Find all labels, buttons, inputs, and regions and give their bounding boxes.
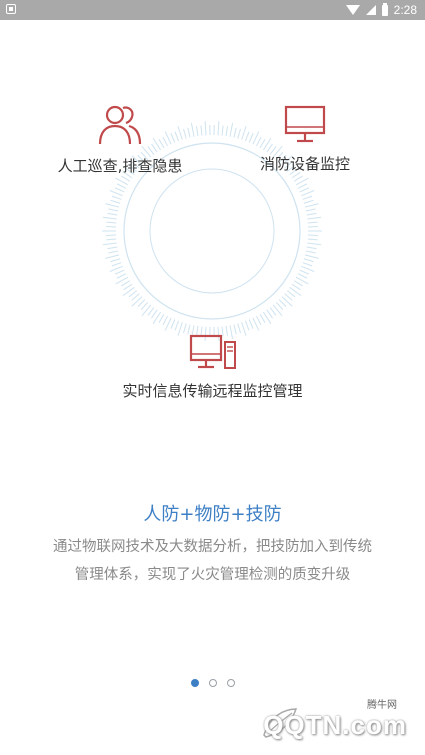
ring-tick: [256, 315, 262, 326]
ring-tick: [204, 121, 207, 136]
ring-tick: [301, 265, 315, 272]
ring-tick: [248, 319, 254, 329]
monitor-icon: [284, 105, 326, 143]
ring-tick: [293, 280, 303, 287]
ring-tick: [269, 307, 277, 316]
ring-tick: [297, 273, 308, 279]
ring-tick: [259, 313, 266, 324]
ring-tick: [114, 187, 125, 193]
ring-tick: [217, 121, 220, 136]
ring-tick: [110, 199, 121, 204]
feature-equipment-label: 消防设备监控: [259, 155, 350, 173]
ring-tick: [305, 208, 316, 212]
feature-remote: 实时信息传输远程监控管理: [90, 332, 335, 401]
watermark: 腾牛网 QQTN.com: [255, 699, 415, 747]
ring-tick: [151, 309, 158, 319]
ring-tick: [281, 296, 293, 307]
ring-tick: [291, 283, 301, 291]
ring-tick: [140, 302, 149, 311]
ring-tick: [121, 175, 131, 182]
ring-tick: [286, 290, 296, 298]
ring-tick: [107, 246, 118, 250]
ring-tick: [108, 208, 119, 212]
feature-remote-label: 实时信息传输远程监控管理: [122, 382, 303, 400]
ring-tick: [114, 269, 125, 275]
ring-tick: [106, 238, 117, 241]
page-indicator: [0, 679, 425, 687]
ring-tick: [105, 254, 120, 259]
page-dot-2[interactable]: [208, 679, 217, 687]
ring-tick: [307, 238, 318, 241]
ring-tick: [200, 125, 203, 136]
ring-tick: [244, 320, 250, 331]
feature-patrol-label: 人工巡查,排查隐患: [57, 157, 183, 175]
description-line-2: 管理体系，实现了火灾管理检测的质变升级: [74, 567, 351, 583]
ring-tick: [306, 246, 317, 250]
ring-tick: [110, 258, 121, 263]
ring-tick: [108, 250, 119, 254]
people-icon: [98, 105, 142, 145]
desktop-computer-icon: [189, 334, 236, 369]
ring-tick: [105, 203, 120, 208]
ring-tick: [301, 190, 315, 197]
description: 通过物联网技术及大数据分析，把技防加入到传统 管理体系，实现了火灾管理检测的质变…: [30, 533, 395, 589]
ring-tick: [284, 293, 293, 301]
ring-tick: [303, 199, 314, 204]
ring-tick: [109, 265, 123, 272]
ring-tick: [302, 195, 313, 200]
ring-tick: [221, 125, 224, 136]
ring-tick: [111, 195, 122, 200]
ring-tick: [162, 315, 168, 326]
ring-tick: [307, 221, 318, 224]
watermark-brand: QQTN.com: [263, 710, 407, 740]
ring-tick: [128, 290, 138, 298]
ring-tick: [147, 307, 155, 316]
ring-tick: [137, 299, 146, 308]
ring-tick: [307, 242, 322, 246]
ring-tick: [109, 190, 123, 197]
ring-tick: [305, 250, 316, 254]
ring-tick: [225, 126, 228, 137]
ring-tick: [116, 273, 127, 279]
ring-tick: [107, 212, 118, 216]
feature-patrol: 人工巡查,排查隐患: [45, 103, 195, 176]
ring-tick: [102, 242, 117, 246]
ring-tick: [131, 296, 143, 307]
ring-tick: [111, 262, 122, 267]
ring-tick: [170, 319, 176, 329]
ring-tick: [121, 280, 131, 287]
ring-tick: [306, 212, 317, 216]
ring-tick: [293, 175, 303, 182]
ring-tick: [303, 258, 314, 263]
ring-tick: [131, 293, 140, 301]
ring-tick: [302, 262, 313, 267]
ring-tick: [304, 254, 319, 259]
ring-tick: [158, 313, 165, 324]
ring-tick: [174, 320, 180, 331]
feature-equipment: 消防设备监控: [230, 103, 380, 174]
ring-tick: [275, 302, 284, 311]
page-dot-1[interactable]: [190, 679, 199, 687]
ring-tick: [106, 221, 117, 224]
ring-tick: [196, 126, 199, 137]
ring-tick: [123, 283, 133, 291]
page-dot-3[interactable]: [226, 679, 235, 687]
ring-tick: [266, 309, 273, 319]
ring-tick: [299, 269, 310, 275]
description-line-1: 通过物联网技术及大数据分析，把技防加入到传统: [53, 539, 372, 555]
ring-tick: [116, 183, 127, 189]
inner-circle: [149, 168, 275, 294]
ring-tick: [304, 203, 319, 208]
ring-tick: [278, 299, 287, 308]
ring-tick: [102, 216, 117, 220]
ring-tick: [299, 187, 310, 193]
ring-tick: [307, 216, 322, 220]
slogan-title: 人防+物防+技防: [143, 504, 282, 525]
watermark-subtitle: 腾牛网: [367, 700, 397, 711]
ring-tick: [297, 183, 308, 189]
